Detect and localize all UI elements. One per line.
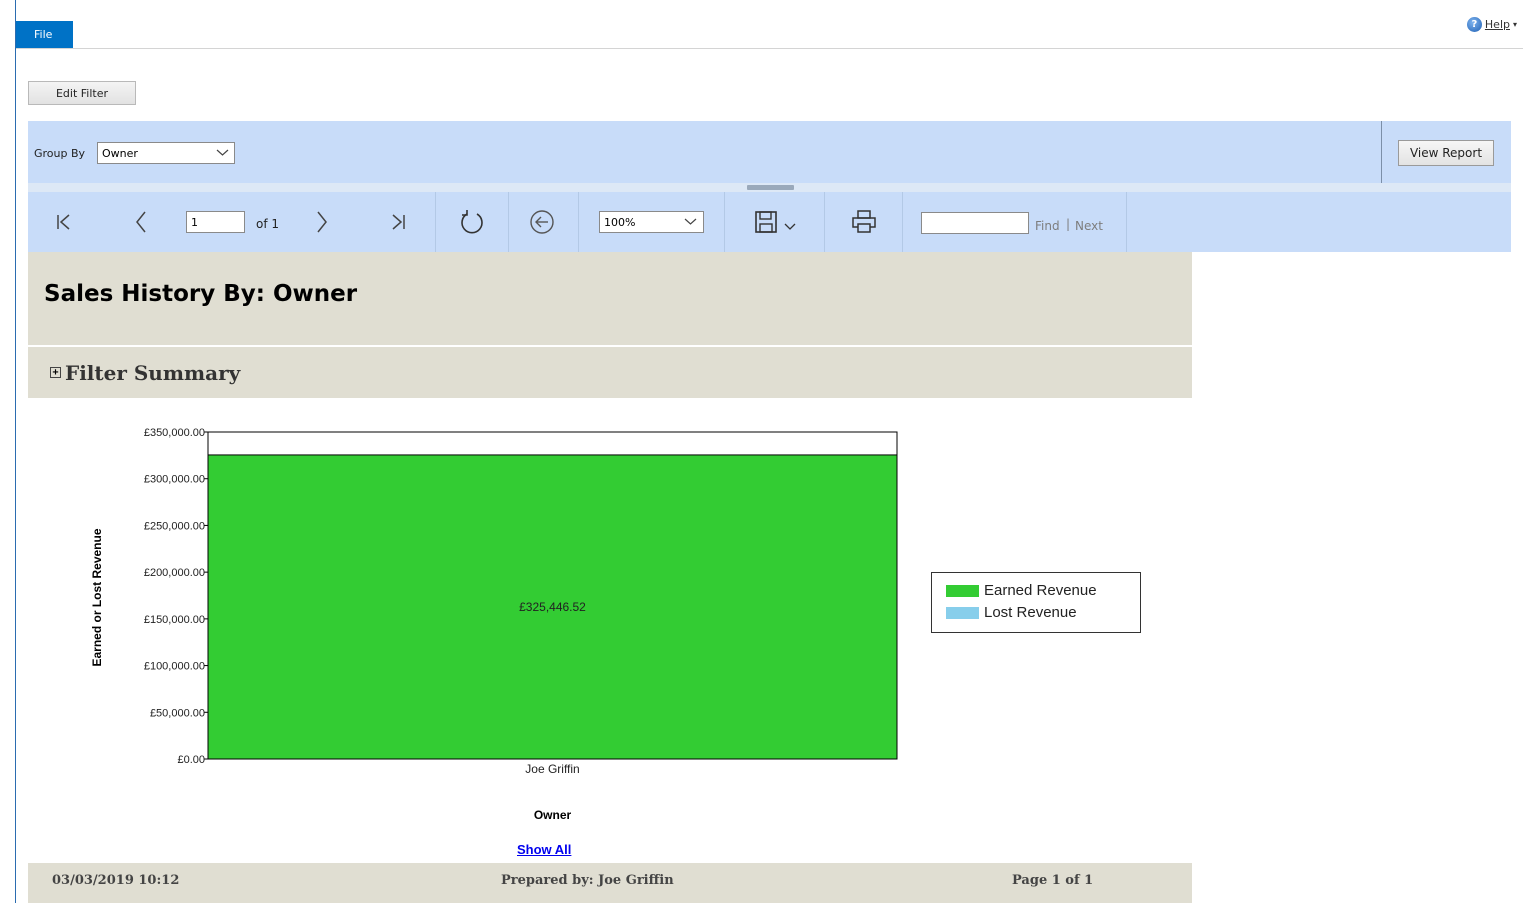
- chevron-down-icon: [216, 145, 229, 165]
- help-menu[interactable]: ? Help ▾: [1466, 17, 1517, 32]
- legend-swatch-lost: [946, 606, 979, 619]
- legend-label-earned: Earned Revenue: [984, 582, 1097, 599]
- toolbar-separator: [824, 192, 825, 252]
- legend-item-earned: Earned Revenue: [946, 582, 1097, 599]
- back-arrow-circle-icon: [530, 210, 554, 234]
- splitter-grip[interactable]: [747, 185, 794, 190]
- previous-page-icon: [136, 211, 146, 233]
- report-footer: 03/03/2019 10:12 Prepared by: Joe Griffi…: [28, 863, 1192, 903]
- bar-data-label: £325,446.52: [519, 600, 586, 614]
- find-link[interactable]: Find: [1035, 219, 1060, 233]
- previous-page-button[interactable]: [125, 192, 157, 252]
- print-icon: [852, 210, 876, 233]
- y-tick-label: £100,000.00: [144, 661, 205, 673]
- y-tick-label: £300,000.00: [144, 474, 205, 486]
- group-by-select[interactable]: Owner: [97, 142, 235, 164]
- y-axis-title: Earned or Lost Revenue: [90, 528, 104, 666]
- group-by-label: Group By: [34, 147, 86, 160]
- expand-icon: +: [50, 367, 61, 378]
- zoom-select[interactable]: 100%: [599, 211, 704, 233]
- show-all-link[interactable]: Show All: [517, 842, 571, 857]
- toolbar-separator: [724, 192, 725, 252]
- toolbar-separator: [435, 192, 436, 252]
- help-label: Help: [1484, 18, 1510, 31]
- chevron-down-icon: ▾: [1512, 20, 1517, 29]
- params-splitter[interactable]: [28, 183, 1511, 192]
- footer-prepared-by: Prepared by: Joe Griffin: [501, 873, 674, 888]
- ribbon: File ? Help ▾: [16, 0, 1523, 49]
- chevron-down-icon: [684, 214, 697, 234]
- footer-page-info: Page 1 of 1: [1012, 873, 1094, 888]
- footer-timestamp: 03/03/2019 10:12: [52, 873, 180, 888]
- filter-summary-toggle[interactable]: + Filter Summary: [28, 347, 1192, 398]
- y-tick-label: £150,000.00: [144, 614, 205, 626]
- zoom-value: 100%: [604, 215, 636, 229]
- params-divider: [1381, 121, 1382, 183]
- filter-summary-label: Filter Summary: [65, 360, 241, 385]
- export-button[interactable]: [746, 192, 804, 252]
- back-button[interactable]: [526, 192, 558, 252]
- edit-filter-button[interactable]: Edit Filter: [28, 81, 136, 105]
- first-page-button[interactable]: [48, 192, 80, 252]
- legend-item-lost: Lost Revenue: [946, 604, 1077, 621]
- left-border: [15, 0, 16, 903]
- next-page-button[interactable]: [306, 192, 338, 252]
- revenue-chart: £0.00 £50,000.00 £100,000.00 £150,000.00 £20…: [90, 427, 898, 822]
- last-page-icon: [392, 214, 405, 230]
- parameter-area: Group By Owner View Report: [28, 121, 1511, 183]
- first-page-icon: [57, 214, 70, 230]
- page-count-label: of 1: [256, 217, 280, 231]
- legend-swatch-earned: [946, 584, 979, 597]
- group-by-value: Owner: [102, 146, 138, 160]
- next-page-icon: [317, 211, 327, 233]
- save-icon: [755, 211, 777, 233]
- help-icon: ?: [1466, 17, 1482, 32]
- x-tick-label: Joe Griffin: [525, 762, 579, 776]
- toolbar-separator: [1126, 192, 1127, 252]
- chart-legend: Earned Revenue Lost Revenue: [931, 572, 1141, 633]
- y-tick-label: £350,000.00: [144, 427, 205, 439]
- report-toolbar: 1 of 1 100% Find | Next: [28, 192, 1511, 252]
- page-number-input[interactable]: 1: [186, 211, 245, 233]
- find-text-input[interactable]: [921, 212, 1029, 234]
- file-tab[interactable]: File: [16, 21, 73, 48]
- refresh-icon: [461, 210, 483, 234]
- y-tick-label: £0.00: [177, 754, 205, 766]
- y-tick-label: £200,000.00: [144, 567, 205, 579]
- report-title: Sales History By: Owner: [44, 281, 358, 307]
- report-header: Sales History By: Owner: [28, 252, 1192, 345]
- refresh-button[interactable]: [454, 192, 490, 252]
- print-button[interactable]: [846, 192, 882, 252]
- chevron-down-icon: [784, 223, 796, 230]
- legend-label-lost: Lost Revenue: [984, 604, 1077, 621]
- y-tick-label: £250,000.00: [144, 520, 205, 532]
- toolbar-separator: [578, 192, 579, 252]
- next-link[interactable]: Next: [1075, 219, 1103, 233]
- last-page-button[interactable]: [382, 192, 414, 252]
- view-report-button[interactable]: View Report: [1398, 140, 1494, 166]
- find-separator: |: [1066, 217, 1071, 231]
- y-tick-label: £50,000.00: [150, 707, 205, 719]
- toolbar-separator: [902, 192, 903, 252]
- x-axis-title: Owner: [534, 808, 572, 822]
- toolbar-separator: [508, 192, 509, 252]
